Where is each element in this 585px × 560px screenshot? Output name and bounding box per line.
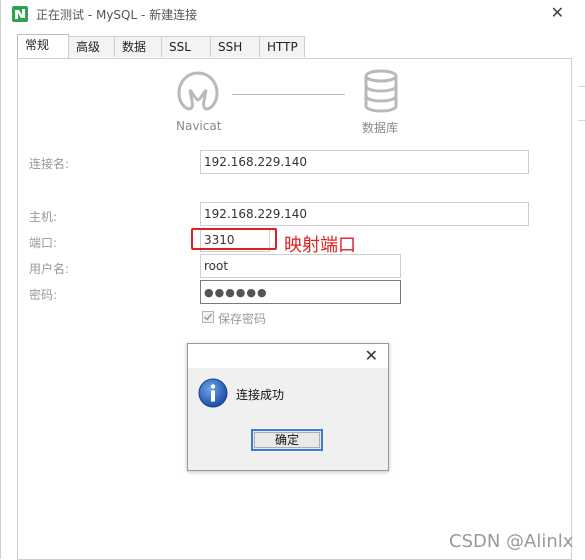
dialog-message: 连接成功: [236, 388, 285, 402]
tab-database[interactable]: 数据库: [114, 36, 162, 74]
watermark-text: CSDN @Alinlx: [449, 531, 574, 552]
navicat-app-icon: [12, 6, 28, 22]
port-label: 端口:: [29, 236, 58, 250]
connection-name-label: 连接名:: [29, 157, 70, 171]
tab-ssl[interactable]: SSL: [161, 36, 211, 57]
password-label: 密码:: [29, 288, 58, 302]
password-mask: ●●●●●●: [204, 286, 268, 299]
save-password-checkbox[interactable]: [202, 311, 214, 323]
username-field[interactable]: root: [200, 254, 401, 278]
ok-button-label: 确定: [274, 433, 299, 447]
port-mapping-annotation: 映射端口: [284, 235, 356, 256]
navicat-label: Navicat: [176, 119, 222, 133]
dialog-close-icon[interactable]: ✕: [365, 346, 378, 365]
title-bar: 正在测试 - MySQL - 新建连接 ✕: [1, 0, 578, 28]
password-field[interactable]: ●●●●●●: [200, 280, 401, 304]
host-field[interactable]: 192.168.229.140: [200, 202, 529, 226]
window-title: 正在测试 - MySQL - 新建连接: [36, 8, 198, 22]
port-highlight-box: [191, 228, 277, 250]
info-icon: [198, 378, 228, 408]
tab-general[interactable]: 常规: [17, 34, 69, 58]
database-label: 数据库: [362, 121, 399, 135]
username-label: 用户名:: [29, 262, 70, 276]
new-connection-window: 正在测试 - MySQL - 新建连接 ✕ 常规 高级 数据库 SSL SSH …: [0, 0, 578, 560]
save-password-label: 保存密码: [218, 312, 267, 326]
host-label: 主机:: [29, 210, 58, 224]
tab-http[interactable]: HTTP: [259, 36, 305, 57]
dialog-title-bar: ✕: [188, 344, 388, 368]
navicat-logo-icon: [177, 71, 219, 111]
connection-success-dialog: ✕ 连接成功 确定: [187, 343, 389, 471]
tab-advanced[interactable]: 高级: [68, 36, 120, 57]
connection-line: [232, 94, 345, 95]
ok-button[interactable]: 确定: [251, 429, 323, 451]
checkmark-icon: [203, 313, 213, 321]
database-icon: [364, 69, 398, 113]
close-icon[interactable]: ✕: [551, 3, 564, 22]
tab-ssh[interactable]: SSH: [210, 36, 260, 57]
general-tab-panel: [17, 58, 572, 560]
connection-name-field[interactable]: 192.168.229.140: [200, 150, 529, 174]
